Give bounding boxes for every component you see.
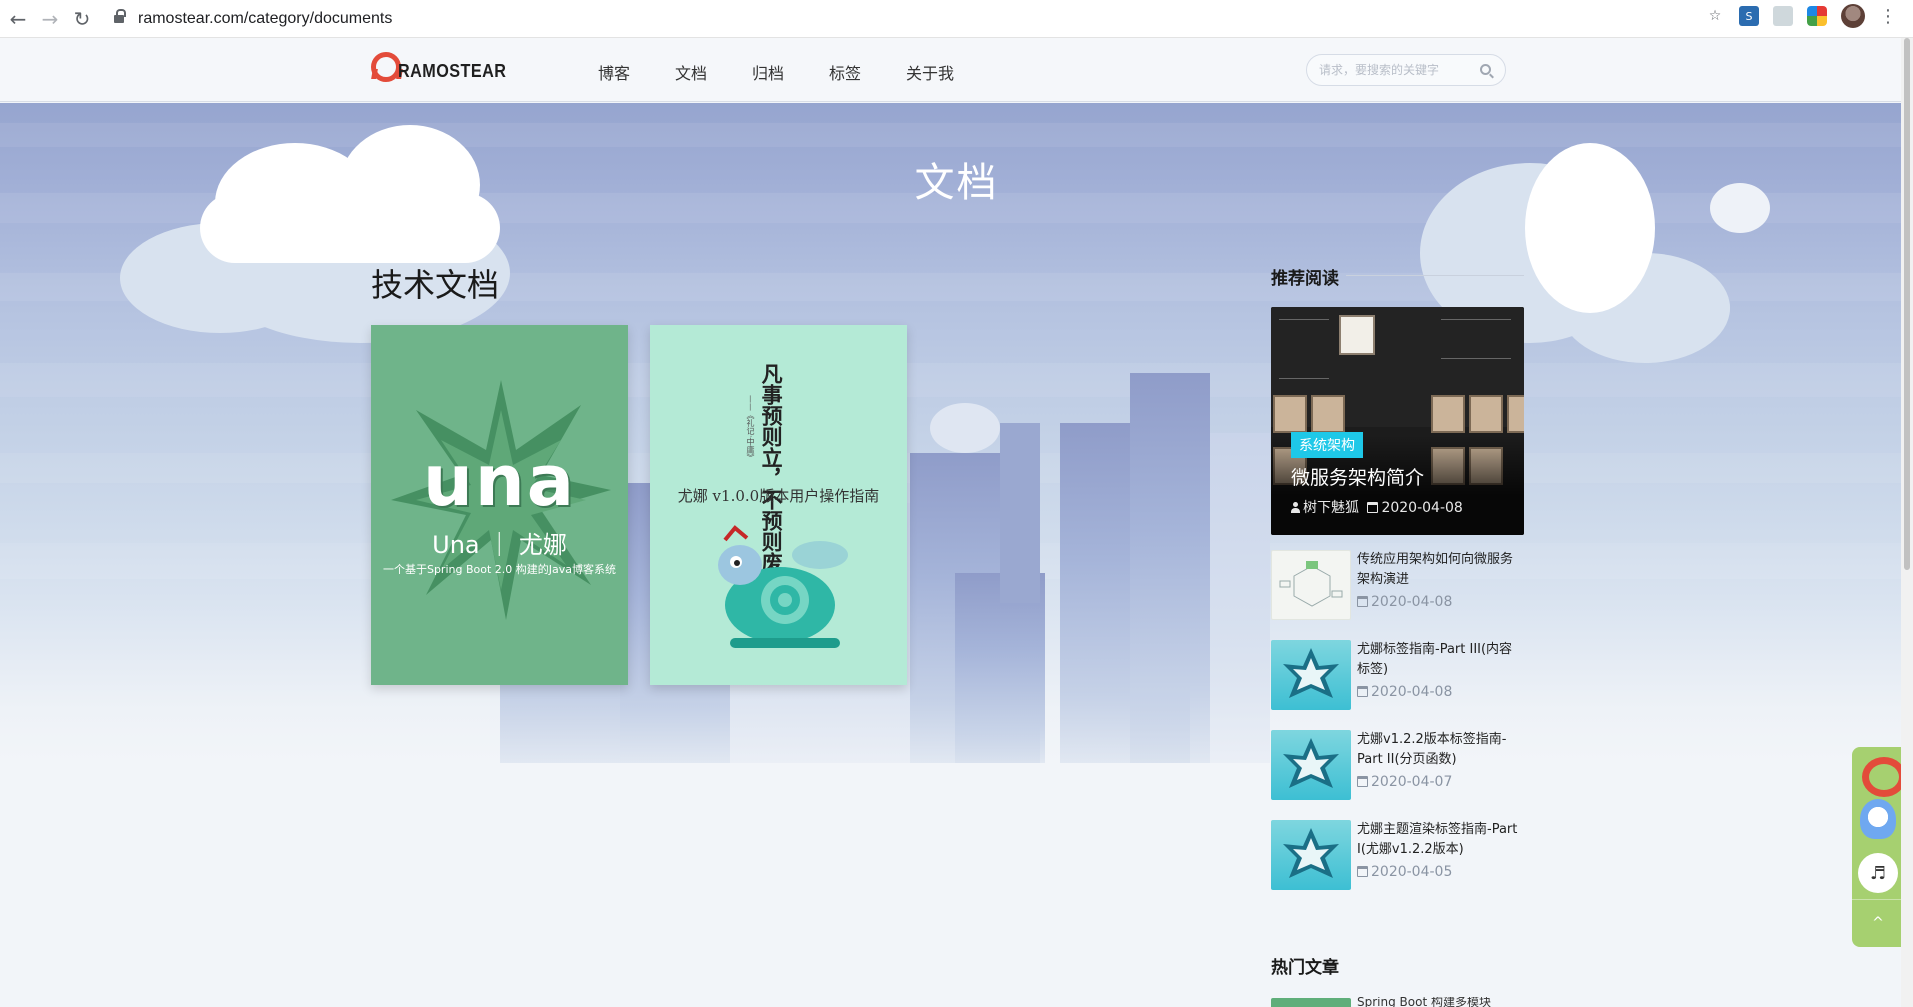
calendar-icon [1357,776,1368,787]
list-item-date: 2020-04-05 [1357,864,1452,880]
nav-item-about[interactable]: 关于我 [906,60,983,84]
list-item[interactable]: 尤娜标签指南-Part III(内容标签) 2020-04-08 [1271,640,1524,716]
guide-title: 尤娜 v1.0.0版本用户操作指南 [677,487,880,505]
featured-author: 树下魅狐 [1303,500,1359,516]
article-thumbnail [1271,640,1351,710]
list-item[interactable]: 传统应用架构如何向微服务架构演进 2020-04-08 [1271,550,1524,626]
nav-item-docs[interactable]: 文档 [675,60,752,84]
main-nav: 博客 文档 归档 标签 关于我 [598,60,983,84]
section-heading: 技术文档 [371,266,500,304]
url-text[interactable]: ramostear.com/category/documents [138,10,392,28]
scrollbar-thumb[interactable] [1904,38,1910,570]
site-logo-icon[interactable] [1858,755,1906,797]
nav-item-archive[interactable]: 归档 [752,60,829,84]
search-box [1306,54,1506,86]
nav-item-blog[interactable]: 博客 [598,60,675,84]
list-item-title[interactable]: 尤娜标签指南-Part III(内容标签) [1357,640,1524,680]
featured-tag[interactable]: 系统架构 [1291,432,1363,458]
back-to-top-button[interactable]: ^ [1852,899,1904,945]
user-icon [1291,502,1300,513]
una-subtitle: Una ｜ 尤娜 [432,531,567,559]
page-title: 文档 [914,160,999,206]
site-logo[interactable]: RAMOSTEAR [370,52,519,82]
extension-s-icon[interactable]: S [1739,6,1759,26]
profile-avatar[interactable] [1841,4,1865,28]
list-item-date: 2020-04-08 [1357,594,1452,610]
lock-icon [114,8,126,25]
calendar-icon [1357,866,1368,877]
una-description: 一个基于Spring Boot 2.0 构建的Java博客系统 [382,563,617,576]
article-thumbnail [1271,550,1351,620]
hot-article-title[interactable]: Spring Boot 构建多模块 [1357,997,1491,1007]
calendar-icon [1357,686,1368,697]
featured-article[interactable]: 系统架构 微服务架构简介 树下魅狐 2020-04-08 [1271,307,1524,535]
guide-poem-source: ——《礼记·中庸》 [746,395,755,462]
search-icon[interactable] [1480,64,1491,75]
floating-toolbar: ♬ ^ [1852,747,1906,947]
logo-text: RAMOSTEAR [398,60,507,81]
hot-articles-title: 热门文章 [1271,958,1339,978]
article-thumbnail [1271,820,1351,890]
list-item[interactable]: 尤娜主题渲染标签指南-Part I(尤娜v1.2.2版本) 2020-04-05 [1271,820,1524,896]
list-item-title[interactable]: 尤娜主题渲染标签指南-Part I(尤娜v1.2.2版本) [1357,820,1524,860]
logo-mark-icon [370,52,401,82]
list-item[interactable]: 尤娜v1.2.2版本标签指南-Part II(分页函数) 2020-04-07 [1271,730,1524,806]
music-icon[interactable]: ♬ [1858,853,1898,893]
featured-date: 2020-04-08 [1381,500,1463,516]
featured-title[interactable]: 微服务架构简介 [1291,463,1424,490]
page-scrollbar[interactable] [1901,38,1913,1007]
list-item-title[interactable]: 尤娜v1.2.2版本标签指南-Part II(分页函数) [1357,730,1524,770]
search-input[interactable] [1319,63,1469,77]
bookmark-star-icon[interactable]: ☆ [1705,6,1725,26]
article-thumbnail [1271,730,1351,800]
list-item-date: 2020-04-07 [1357,774,1452,790]
featured-meta: 树下魅狐 2020-04-08 [1291,497,1463,517]
doc-card-guide[interactable]: 凡事预则立，不预则废。 ——《礼记·中庸》 尤娜 v1.0.0版本用户操作指南 [650,325,907,685]
forward-icon[interactable]: → [34,3,66,35]
list-item-date: 2020-04-08 [1357,684,1452,700]
browser-toolbar: ← → ↻ ramostear.com/category/documents ☆… [0,0,1913,38]
diagram-box [1339,315,1375,355]
calendar-icon [1357,596,1368,607]
chameleon-illustration-icon [718,525,848,648]
list-item-title[interactable]: 传统应用架构如何向微服务架构演进 [1357,550,1524,590]
back-icon[interactable]: ← [2,3,34,35]
hot-article-thumbnail[interactable] [1271,998,1351,1007]
calendar-icon [1367,502,1379,513]
extension-color-icon[interactable] [1807,6,1827,26]
recommended-divider [1346,275,1524,276]
recommended-title: 推荐阅读 [1271,269,1339,289]
site-header: RAMOSTEAR 博客 文档 归档 标签 关于我 [0,38,1913,102]
extension-page-icon[interactable] [1773,6,1793,26]
una-logo-text: una [423,440,576,522]
reload-icon[interactable]: ↻ [66,3,98,35]
browser-menu-icon[interactable]: ⋮ [1879,6,1897,27]
doc-card-una[interactable]: una Una ｜ 尤娜 一个基于Spring Boot 2.0 构建的Java… [371,325,628,685]
address-bar[interactable]: ramostear.com/category/documents [114,4,392,34]
mascot-avatar[interactable] [1860,799,1896,839]
nav-item-tags[interactable]: 标签 [829,60,906,84]
